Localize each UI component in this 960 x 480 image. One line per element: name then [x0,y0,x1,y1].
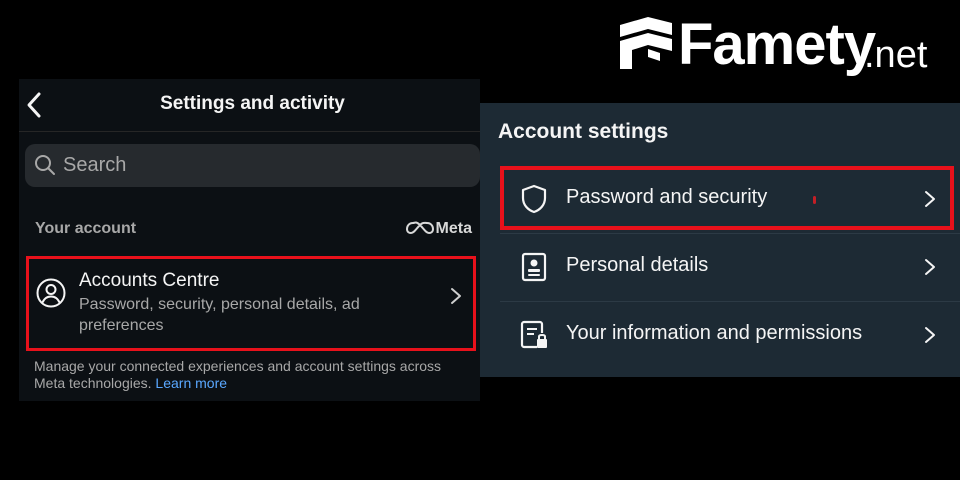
section-label-your-account: Your account [35,220,137,237]
accounts-centre-row[interactable]: Accounts Centre Password, security, pers… [26,256,476,351]
info-permissions-row[interactable]: Your information and permissions [500,302,960,366]
page-title: Settings and activity [160,93,345,114]
meta-brand: Meta [405,220,472,238]
accounts-centre-title: Accounts Centre [79,270,220,291]
famety-logo: Famety .net [618,12,938,78]
info-permissions-label: Your information and permissions [566,322,863,344]
accounts-centre-subtitle: Password, security, personal details, ad… [79,296,360,334]
chevron-right-icon [925,191,935,207]
account-settings-title: Account settings [498,120,669,143]
settings-activity-panel: Settings and activity Search Your accoun… [19,79,480,401]
chevron-right-icon [925,327,935,343]
search-icon [35,155,55,175]
personal-details-row[interactable]: Personal details [500,234,960,298]
search-placeholder: Search [63,154,127,176]
logo-tld: .net [864,34,928,76]
footer-description: Manage your connected experiences and ac… [34,358,442,391]
accounts-footer-text: Manage your connected experiences and ac… [34,358,464,392]
learn-more-link[interactable]: Learn more [155,375,227,391]
logo-wordmark: Famety [678,12,876,77]
search-input[interactable]: Search [25,144,480,187]
user-circle-icon [36,278,66,308]
password-security-label: Password and security [566,186,768,208]
meta-label: Meta [435,220,472,237]
meta-infinity-icon [405,221,434,235]
shield-icon [521,184,547,214]
account-settings-panel: Account settings Password and security P… [480,103,960,377]
red-mark [813,196,816,204]
password-security-row[interactable]: Password and security [500,166,960,232]
personal-details-label: Personal details [566,254,709,276]
chevron-right-icon [451,288,461,304]
chevron-right-icon [925,259,935,275]
document-lock-icon [520,320,547,349]
header-divider [19,131,480,132]
id-card-icon [521,252,547,282]
famety-logo-mark-icon [620,17,672,69]
